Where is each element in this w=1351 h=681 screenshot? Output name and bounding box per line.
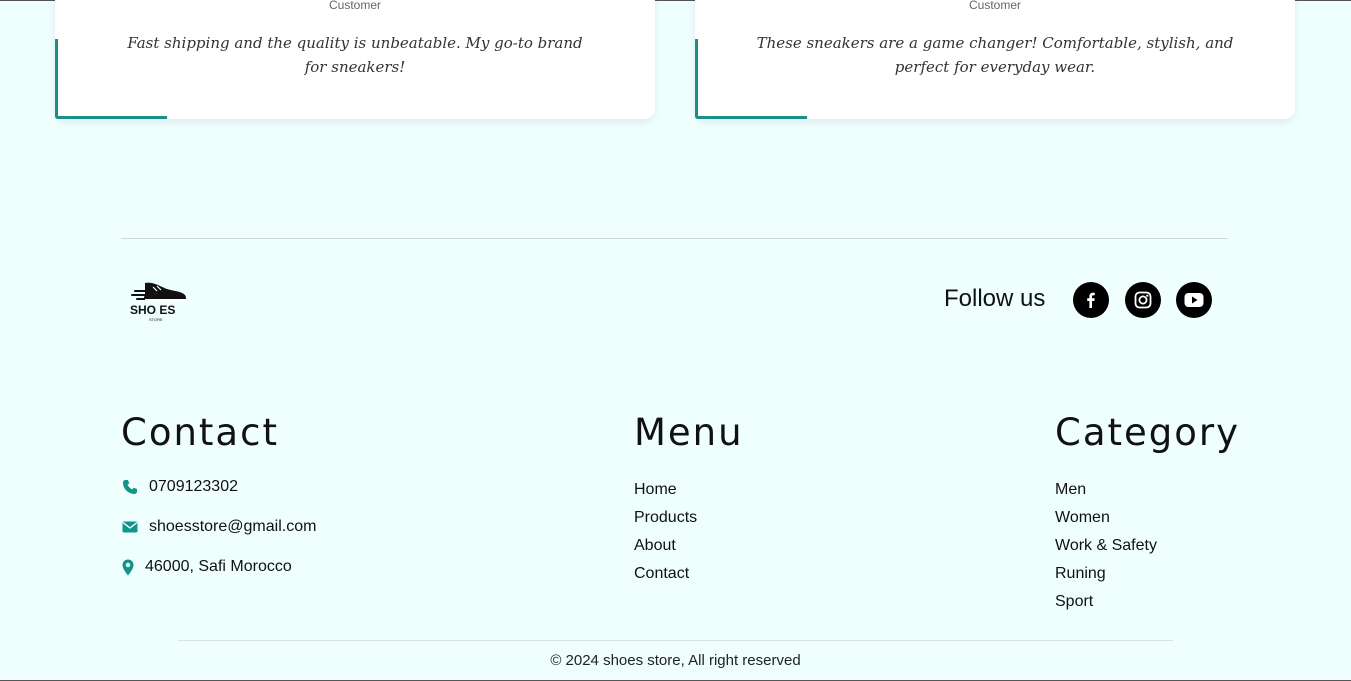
category-link-men[interactable]: Men bbox=[1055, 476, 1157, 504]
menu-list: Home Products About Contact bbox=[634, 476, 697, 588]
contact-heading: Contact bbox=[121, 411, 279, 454]
store-logo[interactable]: SHO ES STORE bbox=[127, 277, 191, 323]
logo-sub-text: STORE bbox=[149, 317, 163, 322]
email-address: shoesstore@gmail.com bbox=[149, 518, 317, 535]
menu-link-about[interactable]: About bbox=[634, 532, 697, 560]
contact-email[interactable]: shoesstore@gmail.com bbox=[121, 518, 316, 536]
footer-divider bbox=[121, 238, 1228, 239]
logo-brand-text: SHO ES bbox=[130, 303, 175, 317]
category-heading: Category bbox=[1055, 411, 1241, 454]
copyright-text: © 2024 shoes store, All right reserved bbox=[550, 652, 801, 669]
phone-number: 0709123302 bbox=[149, 478, 238, 495]
category-link-work-safety[interactable]: Work & Safety bbox=[1055, 532, 1157, 560]
testimonial-role: Customer bbox=[328, 0, 381, 12]
copyright-divider bbox=[178, 640, 1173, 641]
phone-icon bbox=[121, 478, 139, 496]
facebook-icon bbox=[1087, 292, 1095, 308]
category-list: Men Women Work & Safety Runing Sport bbox=[1055, 476, 1157, 616]
address-text: 46000, Safi Morocco bbox=[145, 558, 292, 575]
menu-heading: Menu bbox=[634, 411, 744, 454]
testimonial-card: Customer Fast shipping and the quality i… bbox=[55, 0, 655, 119]
contact-phone[interactable]: 0709123302 bbox=[121, 478, 238, 496]
youtube-icon bbox=[1184, 293, 1204, 307]
testimonial-card: Customer These sneakers are a game chang… bbox=[695, 0, 1295, 119]
follow-us-label: Follow us bbox=[944, 285, 1046, 312]
facebook-link[interactable] bbox=[1073, 282, 1109, 318]
youtube-link[interactable] bbox=[1176, 282, 1212, 318]
sneaker-logo-icon: SHO ES STORE bbox=[130, 282, 187, 322]
map-pin-icon bbox=[121, 558, 135, 576]
envelope-icon bbox=[121, 518, 139, 536]
card-accent-border bbox=[55, 39, 58, 119]
category-link-runing[interactable]: Runing bbox=[1055, 560, 1157, 588]
category-link-women[interactable]: Women bbox=[1055, 504, 1157, 532]
testimonial-quote: These sneakers are a game changer! Comfo… bbox=[756, 34, 1234, 76]
card-accent-border bbox=[55, 116, 167, 119]
menu-link-contact[interactable]: Contact bbox=[634, 560, 697, 588]
instagram-link[interactable] bbox=[1125, 282, 1161, 318]
instagram-icon bbox=[1134, 291, 1152, 309]
card-accent-border bbox=[695, 116, 807, 119]
menu-link-products[interactable]: Products bbox=[634, 504, 697, 532]
category-link-sport[interactable]: Sport bbox=[1055, 588, 1157, 616]
contact-address: 46000, Safi Morocco bbox=[121, 558, 292, 576]
testimonial-quote: Fast shipping and the quality is unbeata… bbox=[127, 34, 583, 76]
testimonial-role: Customer bbox=[968, 0, 1021, 12]
card-accent-border bbox=[695, 39, 698, 119]
menu-link-home[interactable]: Home bbox=[634, 476, 697, 504]
